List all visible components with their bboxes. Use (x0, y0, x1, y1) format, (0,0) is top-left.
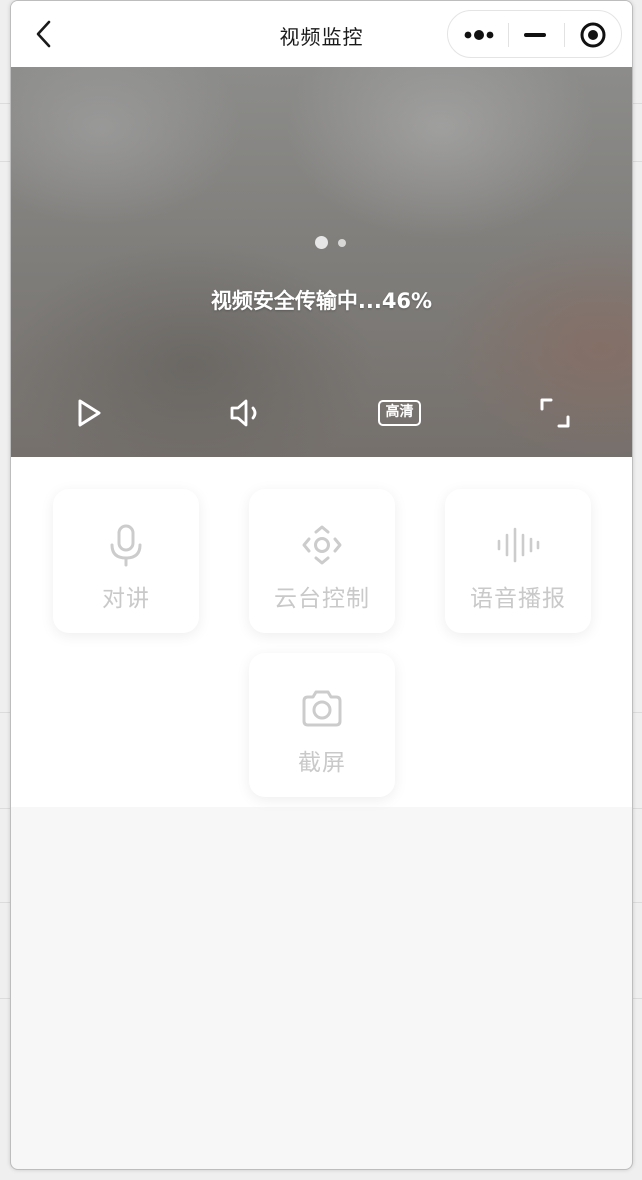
loading-dot (338, 239, 346, 247)
fullscreen-icon (540, 398, 570, 428)
function-label: 语音播报 (470, 586, 566, 612)
voice-wave-icon (497, 527, 540, 563)
voice-broadcast-button[interactable]: 语音播报 (445, 489, 591, 633)
capsule-divider (564, 23, 565, 47)
talkback-button[interactable]: 对讲 (53, 489, 199, 633)
close-target-icon (580, 22, 606, 48)
close-button[interactable] (566, 11, 620, 59)
mini-program-window: 视频监控 视频安全传输中...46% 高清 对讲 云台控制 语音播报 截屏 (10, 0, 633, 1170)
ptz-control-button[interactable]: 云台控制 (249, 489, 395, 633)
loading-status: 视频安全传输中...46% (210, 289, 433, 313)
screenshot-button[interactable]: 截屏 (249, 653, 395, 797)
volume-icon (230, 399, 257, 427)
play-icon (78, 399, 101, 427)
loading-spinner (315, 235, 355, 251)
function-label: 云台控制 (274, 586, 370, 612)
more-button[interactable] (452, 11, 506, 59)
volume-button[interactable] (223, 393, 267, 433)
camera-icon (302, 690, 342, 727)
fullscreen-button[interactable] (533, 393, 577, 433)
capsule-menu (447, 10, 622, 58)
navigation-bar: 视频监控 (11, 1, 632, 67)
more-dots-icon (464, 30, 494, 40)
minimize-icon (524, 33, 546, 37)
function-panel: 对讲 云台控制 语音播报 截屏 (11, 457, 632, 807)
ptz-control-icon (302, 525, 342, 565)
function-label: 截屏 (298, 750, 346, 776)
video-player[interactable]: 视频安全传输中...46% 高清 (11, 67, 632, 457)
microphone-icon (110, 524, 142, 567)
play-button[interactable] (67, 393, 111, 433)
minimize-button[interactable] (508, 11, 562, 59)
loading-dot (315, 236, 328, 249)
function-label: 对讲 (102, 586, 150, 612)
quality-button[interactable]: 高清 (378, 400, 421, 426)
